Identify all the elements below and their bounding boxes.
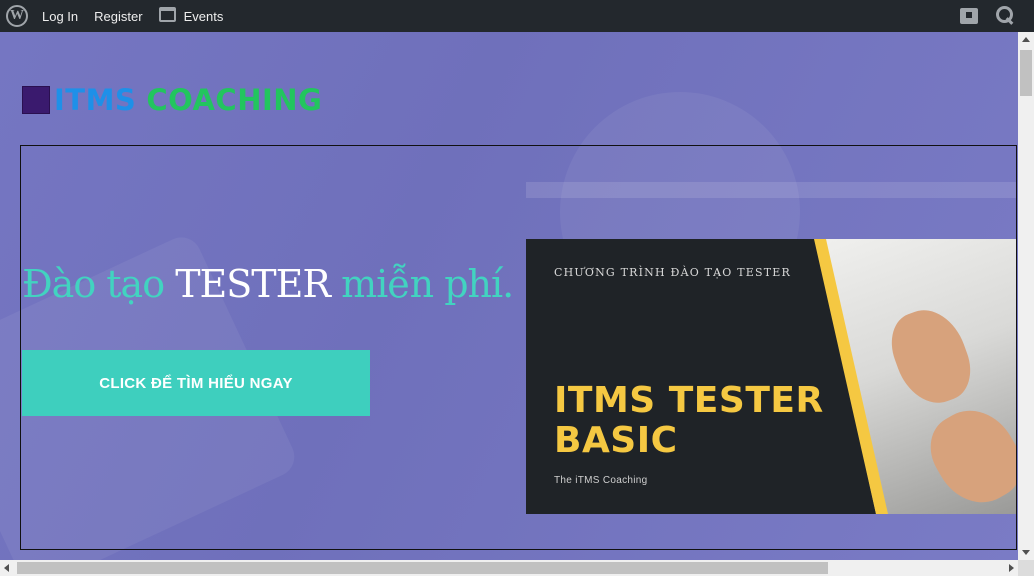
banner-title-line-2: BASIC (554, 420, 678, 461)
register-link[interactable]: Register (86, 0, 150, 32)
logo-text-itms: ITMS (54, 83, 137, 117)
banner-title: ITMS TESTER BASIC (554, 381, 824, 461)
wordpress-icon: W (6, 5, 28, 27)
hero-headline: Đào tạo TESTER miễn phí. (22, 262, 514, 306)
cta-label: CLICK ĐỂ TÌM HIỂU NGAY (99, 374, 293, 392)
hand-shape-left (881, 299, 981, 414)
course-banner-image: CHƯƠNG TRÌNH ĐÀO TẠO TESTER ITMS TESTER … (526, 239, 1016, 514)
scroll-left-icon[interactable] (4, 564, 9, 572)
banner-title-line-1: ITMS TESTER (554, 380, 824, 421)
calendar-icon (158, 6, 176, 22)
scroll-up-icon[interactable] (1022, 37, 1030, 42)
scroll-down-icon[interactable] (1022, 550, 1030, 555)
decorative-strip (526, 182, 1016, 198)
site-logo[interactable]: ITMS COACHING (22, 83, 322, 117)
hand-shape-right (917, 395, 1016, 514)
wordpress-logo-button[interactable]: W (0, 0, 34, 32)
login-link[interactable]: Log In (34, 0, 86, 32)
admin-bar: W Log In Register Events (0, 0, 1034, 32)
events-label: Events (183, 8, 224, 24)
headline-part-3: miễn phí. (341, 262, 514, 306)
login-label: Log In (42, 8, 79, 24)
banner-kicker: CHƯƠNG TRÌNH ĐÀO TẠO TESTER (554, 266, 791, 279)
banner-brand: The iTMS Coaching (554, 475, 648, 486)
admin-bar-right (960, 0, 1034, 32)
scrollbar-corner (1018, 560, 1034, 576)
cta-button[interactable]: CLICK ĐỂ TÌM HIỂU NGAY (22, 350, 370, 416)
headline-part-1: Đào tạo (22, 262, 165, 306)
horizontal-scroll-thumb[interactable] (17, 562, 828, 574)
search-icon[interactable] (994, 4, 1018, 28)
horizontal-scrollbar[interactable] (0, 560, 1018, 576)
logo-mark-icon (22, 86, 50, 114)
headline-part-2: TESTER (175, 262, 331, 306)
vertical-scroll-thumb[interactable] (1020, 50, 1032, 96)
logo-text-coaching: COACHING (146, 83, 323, 117)
events-link[interactable]: Events (151, 0, 232, 32)
scroll-right-icon[interactable] (1009, 564, 1014, 572)
notification-icon[interactable] (960, 8, 978, 24)
vertical-scrollbar[interactable] (1018, 32, 1034, 560)
register-label: Register (94, 8, 143, 24)
